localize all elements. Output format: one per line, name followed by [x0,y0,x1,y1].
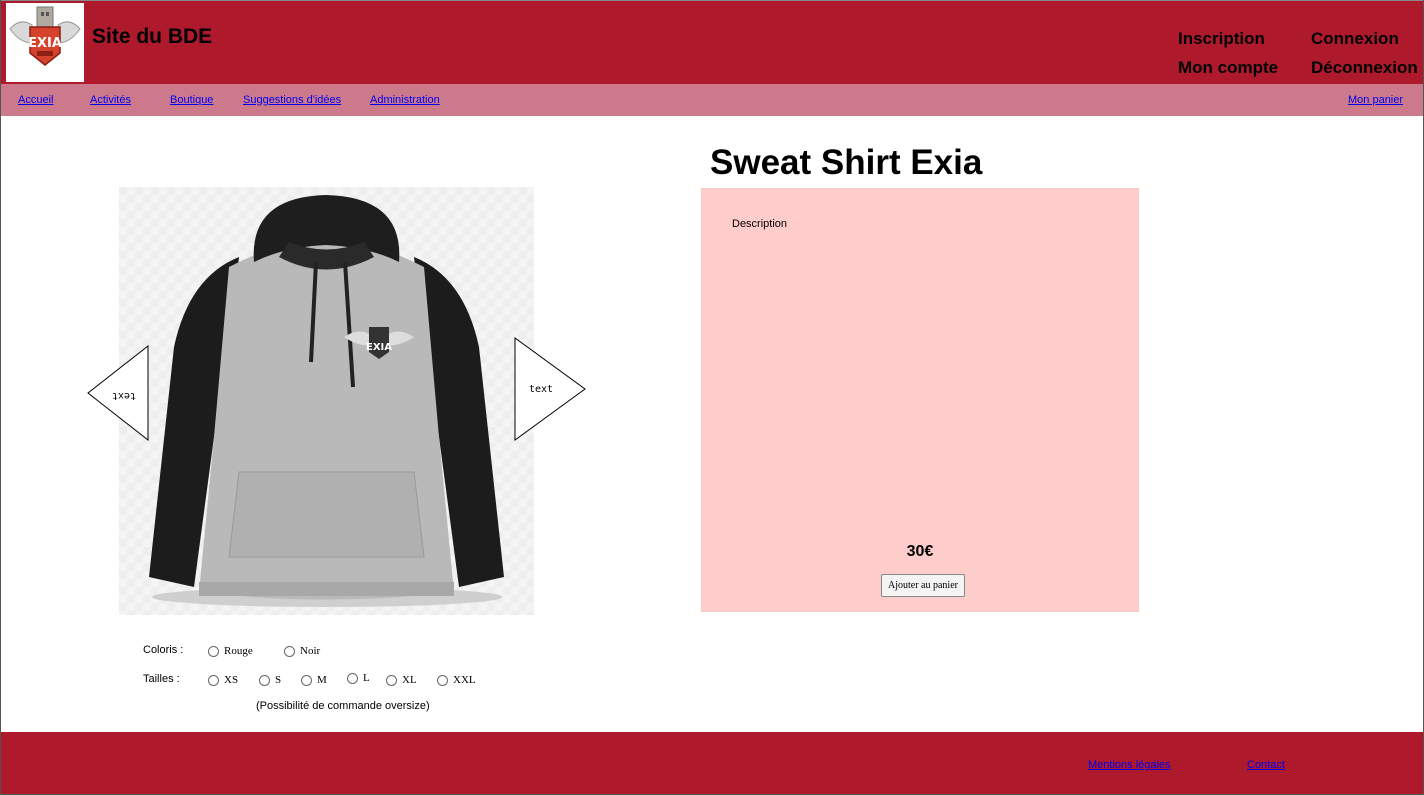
svg-text:EXIA: EXIA [366,342,392,353]
size-option-xs[interactable]: XS [208,674,238,686]
nav-item-suggestions[interactable]: Suggestions d'idées [243,94,341,106]
connexion-link[interactable]: Connexion [1311,29,1399,49]
site-title: Site du BDE [92,25,213,48]
arrow-right-text: text [529,384,553,395]
site-header: EXIA Site du BDE Inscription Connexion M… [1,0,1423,84]
nav-item-accueil[interactable]: Accueil [18,94,53,106]
description-label: Description [732,218,788,230]
nav-item-boutique[interactable]: Boutique [170,94,213,106]
cart-link[interactable]: Mon panier [1348,94,1403,106]
radio-circle[interactable] [208,645,219,657]
inscription-link[interactable]: Inscription [1178,29,1265,49]
sizes-label: Tailles : [143,673,180,685]
size-option-s[interactable]: S [259,674,281,686]
radio-circle[interactable] [347,672,358,684]
oversize-note: (Possibilité de commande oversize) [256,700,430,712]
main-nav: Accueil Activités Boutique Suggestions d… [1,84,1423,116]
radio-circle[interactable] [208,674,219,686]
add-to-cart-button[interactable]: Ajouter au panier [881,574,965,597]
radio-circle[interactable] [284,645,295,657]
color-option-noir[interactable]: Noir [284,645,320,657]
product-price: 30€ [906,543,934,560]
radio-circle[interactable] [386,674,397,686]
size-option-xl[interactable]: XL [386,674,417,686]
color-option-rouge[interactable]: Rouge [208,645,253,657]
contact-link[interactable]: Contact [1247,759,1285,771]
product-title: Sweat Shirt Exia [710,143,983,182]
svg-text:EXIA: EXIA [28,36,62,51]
radio-circle[interactable] [259,674,270,686]
radio-circle[interactable] [301,674,312,686]
mon-compte-link[interactable]: Mon compte [1178,58,1278,78]
page-frame: EXIA Site du BDE Inscription Connexion M… [0,0,1424,795]
size-option-l[interactable]: L [347,672,370,684]
next-image-button[interactable]: text [514,337,586,441]
deconnexion-link[interactable]: Déconnexion [1311,58,1418,78]
colors-label: Coloris : [143,644,184,656]
site-footer: Mentions légales Contact [1,732,1423,794]
arrow-left-text: text [112,390,136,401]
hoodie-image: EXIA [119,187,534,615]
exia-logo-icon[interactable]: EXIA [6,3,84,82]
legal-notice-link[interactable]: Mentions légales [1088,759,1171,771]
nav-item-administration[interactable]: Administration [370,94,440,106]
size-option-m[interactable]: M [301,674,327,686]
description-panel: Description 30€ Ajouter au panier [701,188,1139,612]
nav-item-activites[interactable]: Activités [90,94,131,106]
size-option-xxl[interactable]: XXL [437,674,476,686]
previous-image-button[interactable]: text [87,344,149,442]
radio-circle[interactable] [437,674,448,686]
